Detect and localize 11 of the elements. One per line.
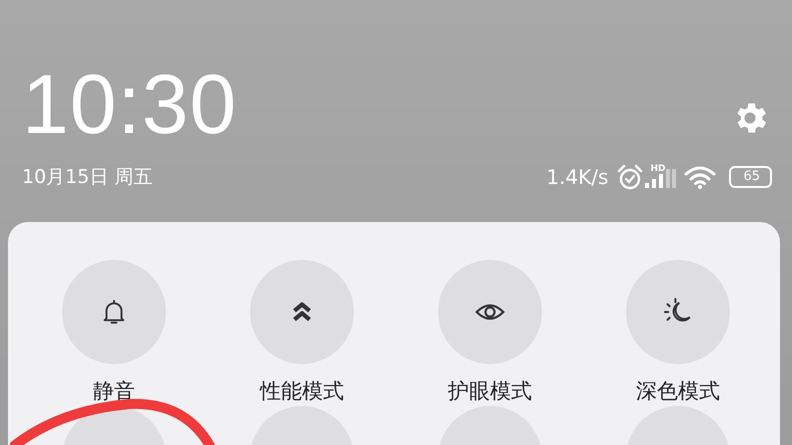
wifi-icon bbox=[683, 164, 718, 190]
clock-time: 10:30 bbox=[22, 62, 238, 146]
battery-indicator: 65 bbox=[729, 166, 772, 188]
network-speed: 1.4K/s bbox=[546, 165, 608, 189]
tile-label: 护眼模式 bbox=[448, 378, 532, 404]
tile-label: 静音 bbox=[93, 378, 135, 404]
alarm-clock-icon bbox=[616, 164, 644, 190]
network-type-label: HD bbox=[650, 164, 666, 174]
date-text: 10月15日 周五 bbox=[22, 165, 152, 190]
tile-label: 深色模式 bbox=[636, 378, 720, 404]
tile-label: 性能模式 bbox=[260, 378, 344, 404]
